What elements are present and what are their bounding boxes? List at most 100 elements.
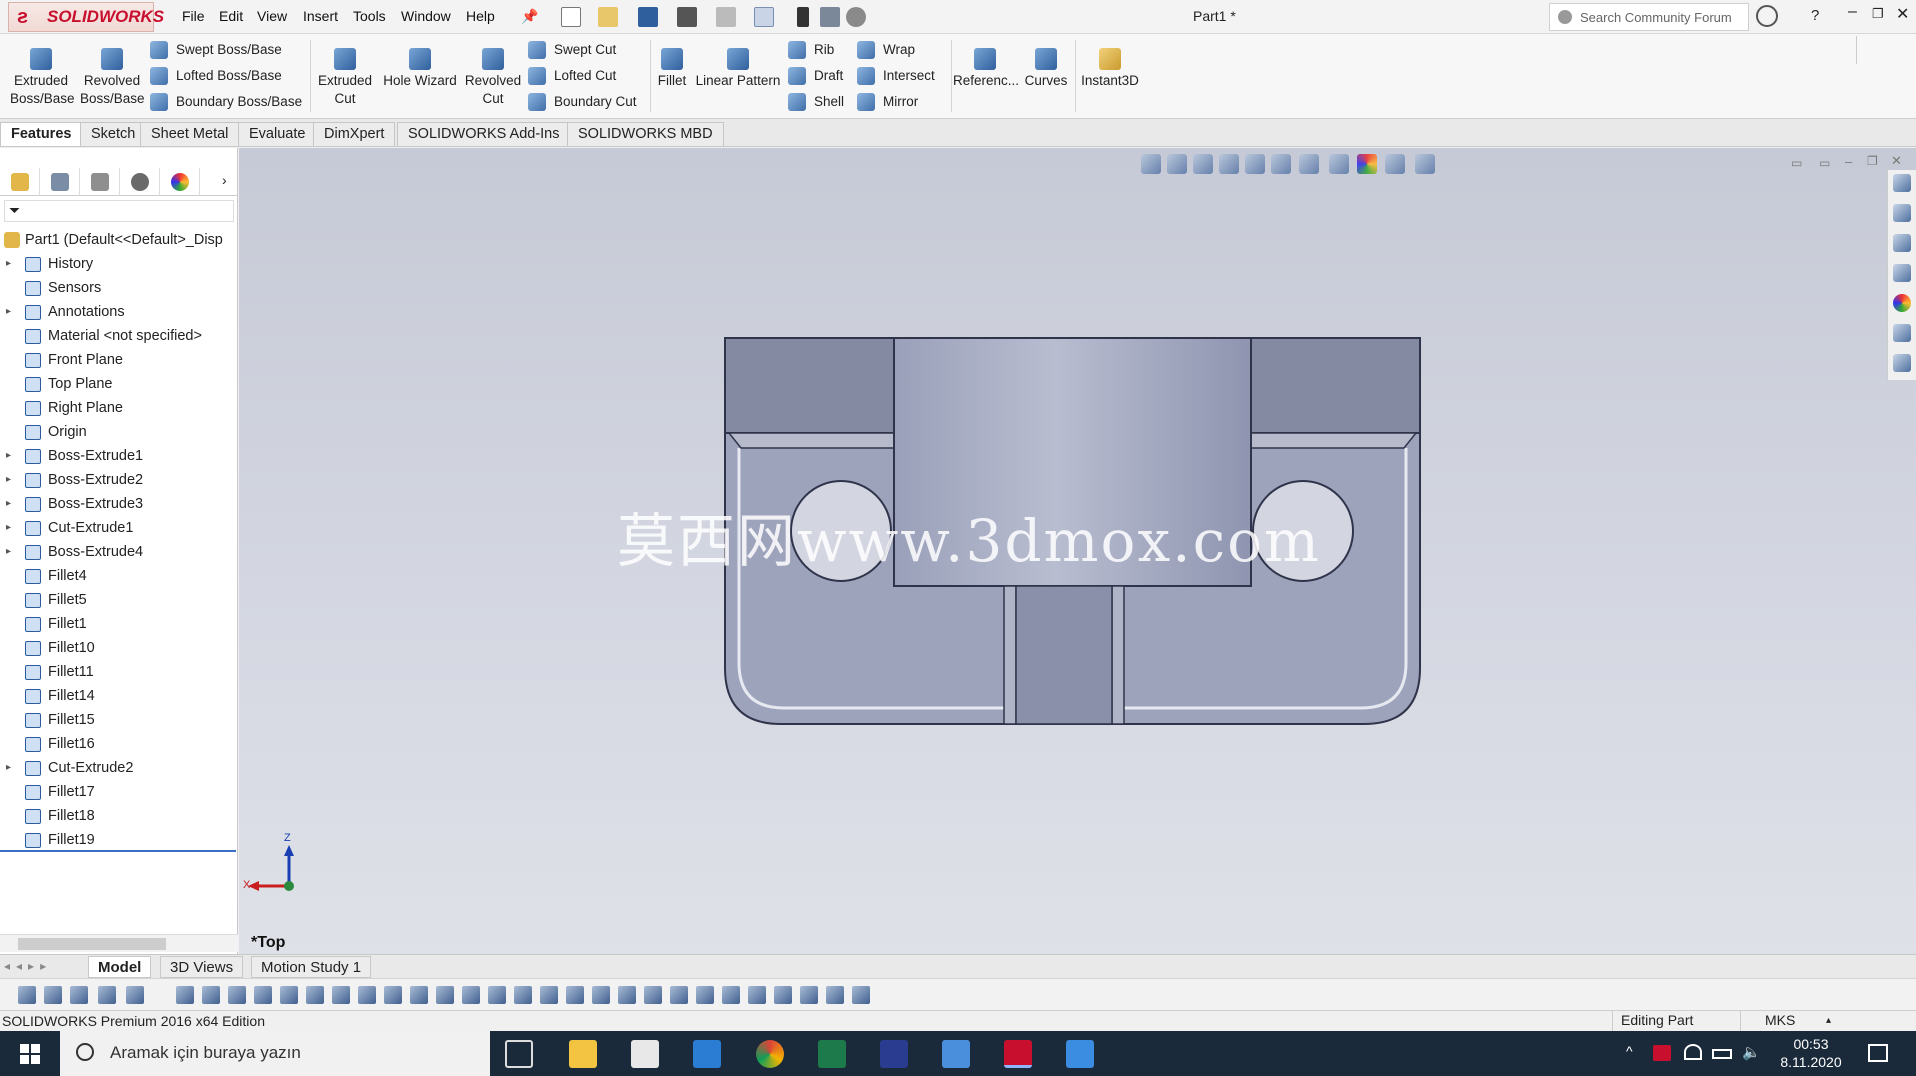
linear-pattern-button[interactable]: Linear Pattern — [693, 48, 783, 90]
mail-icon[interactable] — [693, 1040, 721, 1068]
selection-filter-icon[interactable] — [18, 986, 36, 1004]
instant3d-button[interactable]: Instant3D — [1078, 48, 1142, 90]
save-icon[interactable] — [638, 7, 658, 27]
tree-filter[interactable]: ⏷ — [4, 200, 234, 222]
tab-model[interactable]: Model — [88, 956, 152, 978]
tree-item[interactable]: Fillet5 — [0, 588, 236, 612]
tree-item[interactable]: ▸ Boss-Extrude2 — [0, 468, 236, 492]
tree-item[interactable]: Fillet19 — [0, 828, 236, 852]
file-explorer-icon[interactable] — [1893, 234, 1911, 252]
shell-button[interactable]: Shell — [788, 91, 844, 113]
selection-filter-icon[interactable] — [44, 986, 62, 1004]
tray-overflow-icon[interactable]: ^ — [1626, 1043, 1633, 1059]
swept-boss-button[interactable]: Swept Boss/Base — [150, 39, 282, 61]
options-gear-icon[interactable] — [846, 7, 866, 27]
unit-menu-arrow-icon[interactable]: ▴ — [1826, 1011, 1831, 1031]
tree-item[interactable]: ▸ Boss-Extrude3 — [0, 492, 236, 516]
rib-button[interactable]: Rib — [788, 39, 834, 61]
selection-filter-icon[interactable] — [826, 986, 844, 1004]
tree-item[interactable]: ▸ Cut-Extrude2 — [0, 756, 236, 780]
appearances-icon[interactable] — [1893, 294, 1911, 312]
selection-filter-icon[interactable] — [410, 986, 428, 1004]
selection-filter-icon[interactable] — [280, 986, 298, 1004]
tab-navigation-arrows[interactable]: ◂◂▸▸ — [4, 959, 52, 973]
tree-item[interactable]: Sensors — [0, 276, 236, 300]
selection-filter-icon[interactable] — [436, 986, 454, 1004]
mirror-button[interactable]: Mirror — [857, 91, 918, 113]
selection-filter-icon[interactable] — [126, 986, 144, 1004]
draft-button[interactable]: Draft — [788, 65, 843, 87]
lofted-boss-button[interactable]: Lofted Boss/Base — [150, 65, 282, 87]
tree-item[interactable]: Material <not specified> — [0, 324, 236, 348]
open-icon[interactable] — [598, 7, 618, 27]
expand-tabs-button[interactable]: › — [200, 168, 240, 196]
graphics-area[interactable]: ▭ ▭ ‒ ❐ ✕ Z X 莫西网www.3dmox.com *Top — [239, 148, 1916, 954]
tab-motion-study[interactable]: Motion Study 1 — [251, 956, 372, 978]
notifications-icon[interactable] — [1868, 1044, 1888, 1062]
tree-item[interactable]: Fillet4 — [0, 564, 236, 588]
help-icon[interactable]: ? — [1811, 7, 1819, 24]
tab-dimxpert[interactable]: DimXpert — [313, 122, 396, 146]
lofted-cut-button[interactable]: Lofted Cut — [528, 65, 616, 87]
tree-item[interactable]: Fillet16 — [0, 732, 236, 756]
tree-item[interactable]: Fillet18 — [0, 804, 236, 828]
pin-icon[interactable]: 📌 — [521, 8, 538, 25]
remote-desktop-icon[interactable] — [942, 1040, 970, 1068]
selection-filter-icon[interactable] — [98, 986, 116, 1004]
store-icon[interactable] — [631, 1040, 659, 1068]
minimize-icon[interactable]: ‒ — [1848, 3, 1857, 21]
horizontal-scrollbar[interactable] — [0, 934, 238, 952]
tree-item[interactable]: Fillet15 — [0, 708, 236, 732]
selection-filter-icon[interactable] — [748, 986, 766, 1004]
selection-filter-icon[interactable] — [852, 986, 870, 1004]
fillet-button[interactable]: Fillet — [655, 48, 689, 90]
selection-filter-icon[interactable] — [70, 986, 88, 1004]
menu-file[interactable]: File — [182, 8, 205, 24]
expand-arrow-icon[interactable]: ▸ — [6, 300, 11, 324]
tree-item[interactable]: Fillet10 — [0, 636, 236, 660]
battery-icon[interactable] — [1712, 1049, 1732, 1059]
forum-icon[interactable] — [1893, 354, 1911, 372]
expand-arrow-icon[interactable]: ▸ — [6, 252, 11, 276]
menu-edit[interactable]: Edit — [219, 8, 243, 24]
expand-arrow-icon[interactable]: ▸ — [6, 444, 11, 468]
boundary-cut-button[interactable]: Boundary Cut — [528, 91, 637, 113]
app-x-icon[interactable] — [880, 1040, 908, 1068]
boundary-boss-button[interactable]: Boundary Boss/Base — [150, 91, 302, 113]
dimxpert-manager-tab[interactable] — [120, 168, 160, 196]
scrollbar-thumb[interactable] — [18, 938, 166, 950]
selection-filter-icon[interactable] — [514, 986, 532, 1004]
menu-tools[interactable]: Tools — [353, 8, 386, 24]
search-icon[interactable] — [1756, 5, 1778, 27]
tab-sketch[interactable]: Sketch — [80, 122, 147, 146]
start-button[interactable] — [0, 1031, 60, 1076]
view-palette-icon[interactable] — [1893, 264, 1911, 282]
menu-insert[interactable]: Insert — [303, 8, 338, 24]
tree-item[interactable]: ▸ History — [0, 252, 236, 276]
volume-icon[interactable]: 🔈 — [1742, 1043, 1761, 1061]
selection-filter-icon[interactable] — [670, 986, 688, 1004]
tab-addins[interactable]: SOLIDWORKS Add-Ins — [397, 122, 571, 146]
solidworks-logo[interactable]: ƨ SOLIDWORKS — [8, 2, 164, 32]
curves-button[interactable]: Curves — [1021, 48, 1071, 90]
home-icon[interactable] — [1893, 174, 1911, 192]
task-view-icon[interactable] — [505, 1040, 533, 1068]
wrap-button[interactable]: Wrap — [857, 39, 915, 61]
chrome-icon[interactable] — [756, 1040, 784, 1068]
expand-arrow-icon[interactable]: ▸ — [6, 468, 11, 492]
selection-filter-icon[interactable] — [306, 986, 324, 1004]
print-icon[interactable] — [677, 7, 697, 27]
design-library-icon[interactable] — [1893, 204, 1911, 222]
tree-item[interactable]: Front Plane — [0, 348, 236, 372]
selection-filter-icon[interactable] — [462, 986, 480, 1004]
selection-filter-icon[interactable] — [774, 986, 792, 1004]
extruded-boss-button[interactable]: Extruded Boss/Base — [10, 48, 75, 108]
new-document-icon[interactable] — [561, 7, 581, 27]
selection-filter-icon[interactable] — [644, 986, 662, 1004]
feature-manager-tab[interactable] — [0, 168, 40, 196]
taskbar-search[interactable]: Aramak için buraya yazın — [60, 1031, 490, 1076]
revolved-boss-button[interactable]: Revolved Boss/Base — [80, 48, 145, 108]
search-box[interactable]: Search Community Forum — [1549, 3, 1749, 31]
undo-icon[interactable] — [716, 7, 736, 27]
tab-features[interactable]: Features — [0, 122, 83, 146]
